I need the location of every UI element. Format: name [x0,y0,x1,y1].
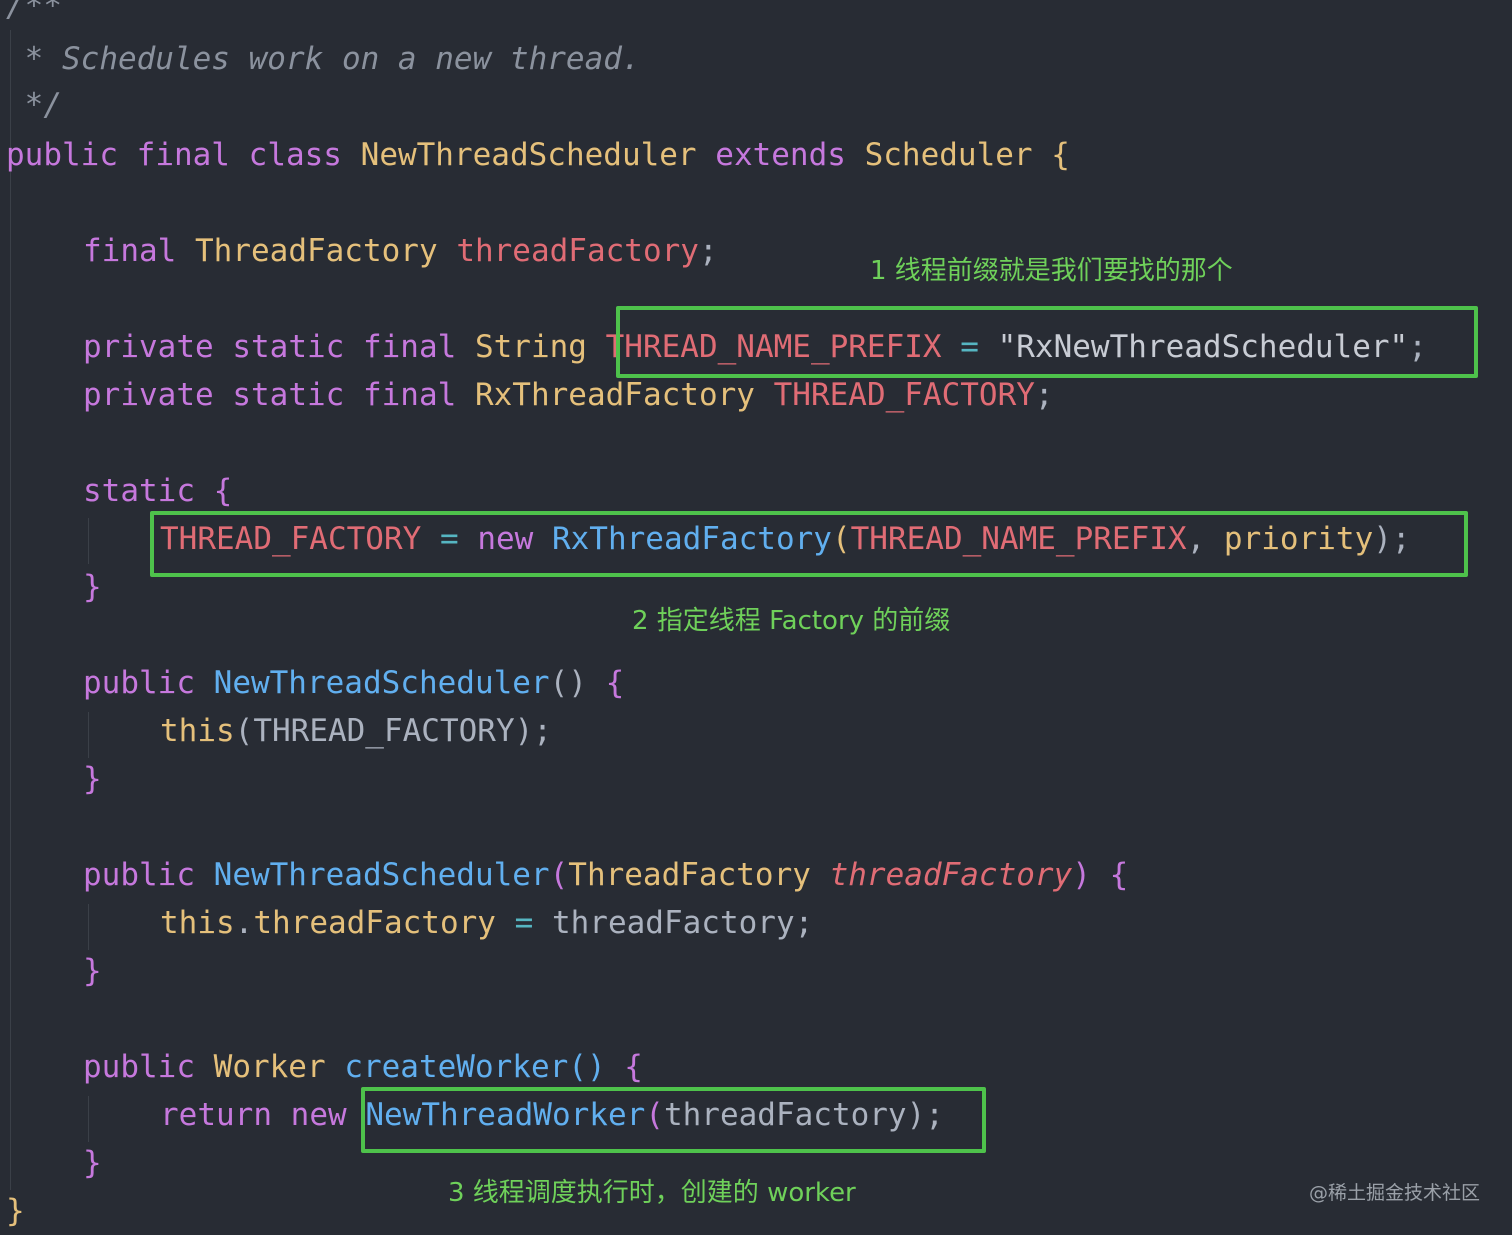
keyword: new [290,1097,347,1133]
code-line-close-brace: } [83,1145,102,1181]
keyword: static [232,377,345,413]
highlight-box-factory [150,511,1468,577]
code-line-param-constructor: public NewThreadScheduler(ThreadFactory … [83,851,1128,899]
code-line-doc-start: /** [6,0,62,24]
brace: { [624,1049,643,1085]
keyword: final [83,233,177,269]
value: threadFactory [551,905,795,941]
constructor-name: NewThreadScheduler [213,665,550,701]
close-paren: ); [514,713,552,749]
parens: () [549,665,587,701]
brace: { [213,473,233,509]
type-name: ThreadFactory [195,233,438,269]
field-name: threadFactory [456,233,699,269]
watermark: @稀土掘金技术社区 [1308,1182,1480,1204]
close-paren: ) [1072,857,1091,893]
method-name: createWorker [344,1049,569,1085]
code-line-close-brace: } [83,569,102,605]
keyword: public [83,665,195,701]
operator: = [514,905,534,941]
code-line-close-brace: } [83,761,102,797]
semicolon: ; [1034,377,1054,413]
annotation-factory-prefix: 2 指定线程 Factory 的前缀 [632,606,951,636]
type-name: ThreadFactory [568,857,811,893]
keyword: public [6,137,118,173]
type-name: String [474,329,587,365]
code-line-field-threadfactory: final ThreadFactory threadFactory; [83,227,718,275]
parens: () [568,1049,606,1085]
class-name: NewThreadScheduler [360,137,697,173]
annotation-worker: 3 线程调度执行时，创建的 worker [448,1178,856,1208]
brace: { [1109,857,1129,893]
highlight-box-worker [361,1087,986,1153]
indent-guide [88,712,89,758]
paren: ( [549,857,569,893]
code-line-this-call: this(THREAD_FACTORY); [160,707,552,755]
argument: THREAD_FACTORY [253,713,515,749]
code-line-class-declaration: public final class NewThreadScheduler ex… [6,131,1070,179]
keyword: static [232,329,345,365]
keyword-this: this [160,713,235,749]
indent-guide [10,30,11,1190]
semicolon: ; [794,905,814,941]
code-line-close-brace: } [83,953,102,989]
keyword: static [83,473,195,509]
code-line-field-assignment: this.threadFactory = threadFactory; [160,899,813,947]
annotation-prefix: 1 线程前缀就是我们要找的那个 [870,256,1233,286]
keyword: return [160,1097,272,1133]
keyword: final [362,377,457,413]
indent-guide [88,518,89,564]
field-name: threadFactory [253,905,496,941]
code-line-doc-comment: * Schedules work on a new thread. [6,41,641,77]
type-name: Worker [213,1049,326,1085]
indent-guide [88,904,89,950]
keyword: extends [715,137,846,173]
semicolon: ; [698,233,718,269]
code-line-doc-end: */ [6,87,62,123]
keyword: class [248,137,342,173]
type-name: RxThreadFactory [474,377,755,413]
parameter-name: threadFactory [829,857,1073,893]
brace: { [1051,137,1070,173]
keyword: private [83,329,214,365]
keyword-this: this [160,905,235,941]
code-line-create-worker: public Worker createWorker() { [83,1043,643,1091]
keyword: public [83,1049,195,1085]
constant-name: THREAD_FACTORY [773,377,1035,413]
indent-guide [88,1096,89,1142]
paren: ( [234,713,254,749]
keyword: private [83,377,214,413]
code-line-default-constructor: public NewThreadScheduler() { [83,659,624,707]
constructor-name: NewThreadScheduler [213,857,550,893]
base-class-name: Scheduler [864,137,1033,173]
code-line-static-block: static { [83,467,232,515]
code-line-class-close-brace: } [6,1193,25,1229]
keyword: final [362,329,457,365]
keyword: final [136,137,230,173]
brace: { [605,665,625,701]
keyword: public [83,857,195,893]
dot: . [234,905,254,941]
highlight-box-prefix [616,306,1478,378]
code-editor: /** * Schedules work on a new thread. */… [0,0,1512,1234]
code-line-factory-constant: private static final RxThreadFactory THR… [83,371,1054,419]
